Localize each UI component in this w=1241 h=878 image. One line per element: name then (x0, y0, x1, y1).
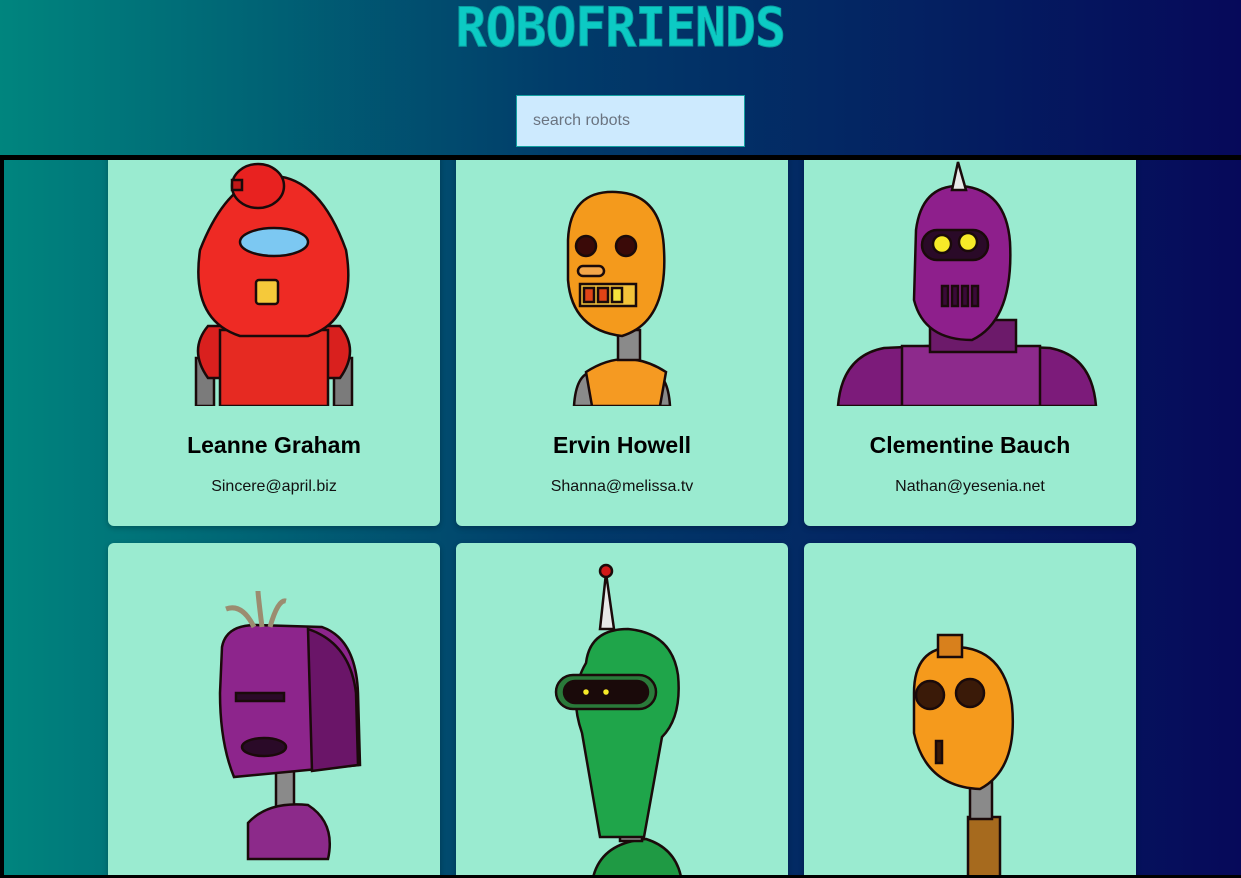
robot-avatar-purple (836, 161, 1098, 406)
robot-card[interactable]: Leanne Graham Sincere@april.biz (108, 160, 440, 526)
app-title: ROBOFRIENDS (455, 0, 786, 59)
robot-card[interactable] (456, 543, 788, 875)
robot-avatar-orange (566, 190, 672, 406)
robot-card[interactable] (804, 543, 1136, 875)
robot-card[interactable] (108, 543, 440, 875)
robot-email: Sincere@april.biz (211, 478, 337, 495)
app-logo: ROBOFRIENDS (0, 0, 1241, 56)
robot-avatar-green (554, 563, 682, 875)
robot-avatar-red (194, 162, 354, 406)
robot-card[interactable]: Clementine Bauch Nathan@yesenia.net (804, 160, 1136, 526)
robot-avatar-purple-box (218, 590, 362, 861)
robot-avatar-orange-seven (912, 633, 1014, 875)
robot-name: Clementine Bauch (869, 432, 1071, 458)
search-input[interactable] (516, 95, 745, 147)
robot-card[interactable]: Ervin Howell Shanna@melissa.tv (456, 160, 788, 526)
robot-name: Ervin Howell (552, 432, 692, 458)
robot-name: Leanne Graham (187, 432, 361, 458)
app-header: ROBOFRIENDS (0, 0, 1241, 156)
card-list[interactable]: Leanne Graham Sincere@april.biz Ervin Ho… (0, 155, 1241, 878)
robot-email: Nathan@yesenia.net (895, 478, 1045, 495)
robot-email: Shanna@melissa.tv (550, 478, 694, 495)
